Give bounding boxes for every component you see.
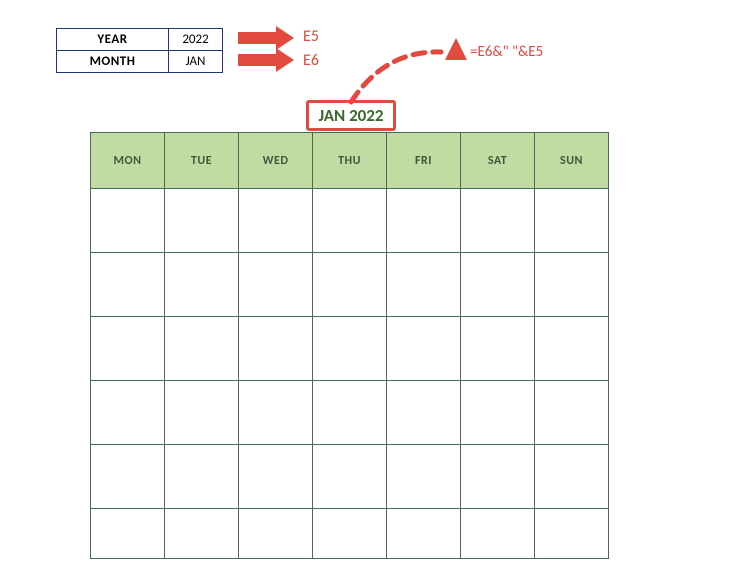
- calendar-cell[interactable]: [165, 509, 239, 559]
- calendar-cell[interactable]: [387, 381, 461, 445]
- arrow-right-icon: [238, 26, 296, 50]
- calendar-cell[interactable]: [535, 189, 609, 253]
- calendar-header-row: MON TUE WED THU FRI SAT SUN: [91, 133, 609, 189]
- input-table: YEAR 2022 MONTH JAN: [56, 28, 223, 73]
- calendar-cell[interactable]: [239, 189, 313, 253]
- cell-ref-e5: E5: [303, 27, 319, 46]
- calendar-cell[interactable]: [313, 253, 387, 317]
- calendar-row: [91, 253, 609, 317]
- year-label: YEAR: [57, 29, 169, 51]
- calendar-cell[interactable]: [461, 509, 535, 559]
- calendar-cell[interactable]: [313, 189, 387, 253]
- calendar-cell[interactable]: [165, 381, 239, 445]
- calendar-cell[interactable]: [313, 381, 387, 445]
- day-header: SUN: [535, 133, 609, 189]
- calendar-cell[interactable]: [165, 445, 239, 509]
- calendar-cell[interactable]: [313, 509, 387, 559]
- calendar-cell[interactable]: [239, 445, 313, 509]
- day-header: WED: [239, 133, 313, 189]
- calendar-cell[interactable]: [313, 317, 387, 381]
- calendar-row: [91, 381, 609, 445]
- month-label: MONTH: [57, 51, 169, 73]
- calendar-cell[interactable]: [387, 445, 461, 509]
- calendar-cell[interactable]: [91, 189, 165, 253]
- calendar-cell[interactable]: [535, 445, 609, 509]
- calendar-cell[interactable]: [461, 253, 535, 317]
- calendar-cell[interactable]: [387, 253, 461, 317]
- calendar-cell[interactable]: [313, 445, 387, 509]
- calendar-cell[interactable]: [91, 381, 165, 445]
- calendar-cell[interactable]: [461, 317, 535, 381]
- calendar-cell[interactable]: [535, 253, 609, 317]
- calendar-cell[interactable]: [387, 317, 461, 381]
- calendar-cell[interactable]: [239, 253, 313, 317]
- calendar-title: JAN 2022: [306, 100, 396, 131]
- calendar-cell[interactable]: [535, 509, 609, 559]
- calendar-cell[interactable]: [461, 189, 535, 253]
- calendar-cell[interactable]: [165, 189, 239, 253]
- calendar-cell[interactable]: [535, 317, 609, 381]
- calendar-cell[interactable]: [239, 317, 313, 381]
- calendar-cell[interactable]: [239, 509, 313, 559]
- calendar-cell[interactable]: [461, 445, 535, 509]
- year-value[interactable]: 2022: [169, 29, 223, 51]
- calendar-cell[interactable]: [239, 381, 313, 445]
- calendar-cell[interactable]: [91, 445, 165, 509]
- day-header: FRI: [387, 133, 461, 189]
- calendar-cell[interactable]: [91, 253, 165, 317]
- calendar-row: [91, 509, 609, 559]
- calendar-row: [91, 189, 609, 253]
- day-header: MON: [91, 133, 165, 189]
- day-header: TUE: [165, 133, 239, 189]
- formula-text: =E6&" "&E5: [470, 43, 543, 61]
- calendar-cell[interactable]: [387, 189, 461, 253]
- calendar-cell[interactable]: [165, 317, 239, 381]
- day-header: THU: [313, 133, 387, 189]
- day-header: SAT: [461, 133, 535, 189]
- calendar-cell[interactable]: [535, 381, 609, 445]
- calendar-cell[interactable]: [165, 253, 239, 317]
- cell-ref-e6: E6: [303, 51, 319, 70]
- arrow-right-icon: [238, 48, 296, 72]
- calendar-cell[interactable]: [461, 381, 535, 445]
- month-value[interactable]: JAN: [169, 51, 223, 73]
- calendar-cell[interactable]: [387, 509, 461, 559]
- triangle-icon: [445, 38, 467, 60]
- calendar-cell[interactable]: [91, 509, 165, 559]
- calendar-row: [91, 445, 609, 509]
- calendar-row: [91, 317, 609, 381]
- calendar-cell[interactable]: [91, 317, 165, 381]
- calendar-grid: MON TUE WED THU FRI SAT SUN: [90, 132, 609, 559]
